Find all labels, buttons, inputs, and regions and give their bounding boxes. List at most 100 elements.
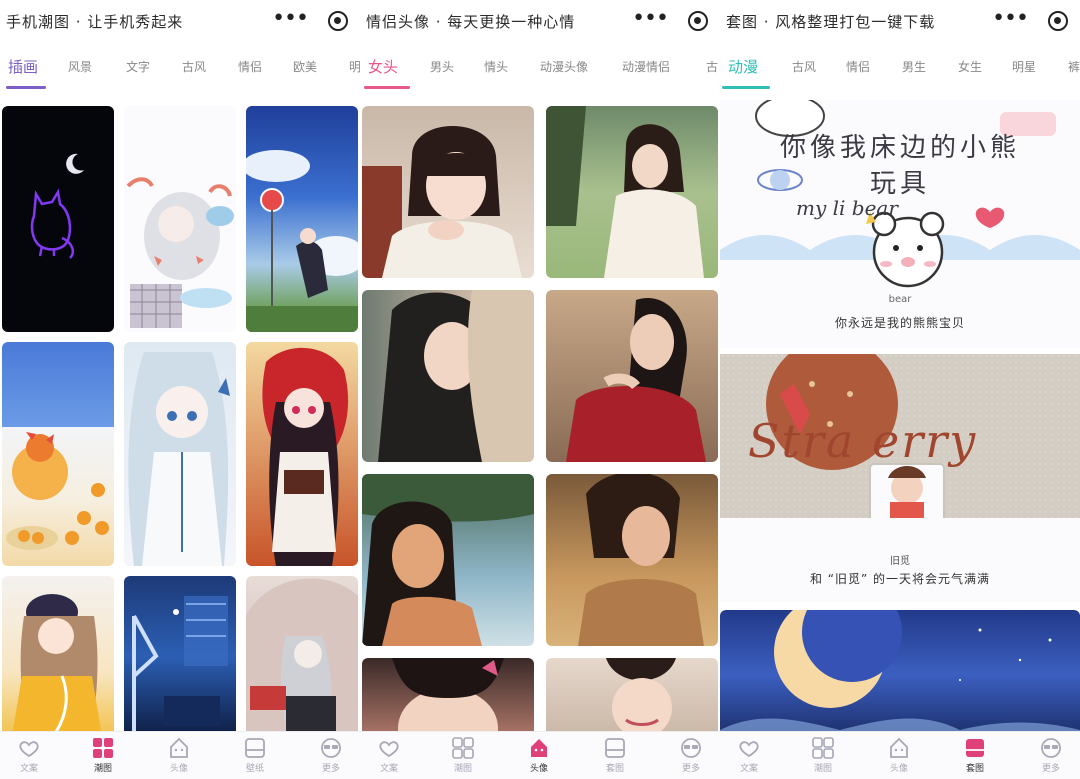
tab-ancient[interactable]: 古 [706,58,718,75]
tab-anime[interactable]: 动漫 [728,56,758,77]
avatar-thumbnail[interactable] [362,658,534,731]
tab-couple-avatar[interactable]: 情头 [484,58,508,75]
nav-sets[interactable]: 套图 [590,737,640,774]
glasses-face-icon [1041,738,1061,758]
post-script-text: my li bear [796,196,898,220]
tab-ancient-style[interactable]: 古风 [182,58,206,75]
post-label: bear [888,294,912,305]
page-title: 情侣头像 · 每天更换一种心情 [366,13,576,31]
nav-copywriting[interactable]: 文案 [724,737,774,774]
wallpaper-thumbnail[interactable] [2,106,114,332]
category-tabs: 插画 风景 文字 古风 情侣 欧美 明 [0,50,360,90]
wallpaper-thumbnail[interactable] [246,106,358,332]
wallpaper-thumbnail[interactable] [246,576,358,731]
glasses-face-icon [321,738,341,758]
nav-more[interactable]: 更多 [306,737,356,774]
tab-couple[interactable]: 情侣 [846,58,870,75]
tab-scenery[interactable]: 风景 [68,58,92,75]
image-set-feed: 你像我床边的小熊玩具 my li bear bear 你永远是我的熊熊宝贝 St… [720,100,1080,731]
heart-chat-icon [379,741,399,758]
wallpaper-thumbnail[interactable] [124,576,236,731]
tab-boys[interactable]: 男生 [902,58,926,75]
image-set-card[interactable]: 你像我床边的小熊玩具 my li bear bear 你永远是我的熊熊宝贝 [720,100,1080,348]
grid-icon [452,737,474,759]
nav-copywriting[interactable]: 文案 [364,737,414,774]
nav-wallpapers[interactable]: 壁纸 [230,737,280,774]
post-caption: 和 “旧觅” 的一天将会元气满满 [809,572,991,586]
wallpaper-thumbnail[interactable] [2,342,114,566]
active-tab-indicator [364,86,410,89]
face-icon [170,737,188,758]
heart-chat-icon [739,741,759,758]
tab-girls[interactable]: 女生 [958,58,982,75]
avatar-thumbnail[interactable] [362,474,534,646]
bottom-navigation: 文案 潮图 头像 套图 更多 [720,731,1080,779]
tab-couple[interactable]: 情侣 [238,58,262,75]
grid-icon [93,738,113,758]
avatar-thumbnail[interactable] [546,474,718,646]
post-heading: 你像我床边的小熊玩具 [780,133,1021,199]
grid-icon [812,737,834,759]
nav-trend-images[interactable]: 潮图 [78,737,128,774]
active-tab-indicator [6,86,46,89]
title-bar: 套图 · 风格整理打包一键下载 ••• [720,0,1080,42]
page-title: 手机潮图 · 让手机秀起来 [6,13,184,31]
bottom-navigation: 文案 潮图 头像 套图 更多 [360,731,720,779]
frame-icon [605,738,625,758]
wallpaper-panel: 手机潮图 · 让手机秀起来 ••• 插画 风景 文字 古风 情侣 欧美 明 文案… [0,0,360,779]
tab-star[interactable]: 明 [349,58,360,75]
more-options-icon[interactable]: ••• [272,6,309,32]
nav-trend-images[interactable]: 潮图 [438,737,488,774]
page-title: 套图 · 风格整理打包一键下载 [726,13,936,31]
nav-avatars[interactable]: 头像 [874,737,924,774]
category-tabs: 动漫 古风 情侣 男生 女生 明星 裤 [720,50,1080,90]
glasses-face-icon [681,738,701,758]
frame-icon [245,738,265,758]
image-set-card[interactable]: Stra erry 旧觅 和 “旧觅” 的一天将会元气满满 [720,354,1080,602]
tab-female-avatar[interactable]: 女头 [368,56,398,77]
nav-sets[interactable]: 套图 [950,737,1000,774]
avatar-thumbnail[interactable] [362,106,534,278]
avatar-panel: 情侣头像 · 每天更换一种心情 ••• 女头 男头 情头 动漫头像 动漫情侣 古 [360,0,720,779]
tab-text[interactable]: 文字 [126,58,150,75]
nav-more[interactable]: 更多 [1026,737,1076,774]
close-miniprogram-icon[interactable] [328,11,348,31]
banner-text: Stra erry [748,414,978,468]
close-miniprogram-icon[interactable] [688,11,708,31]
more-options-icon[interactable]: ••• [992,6,1029,32]
wallpaper-thumbnail[interactable] [124,106,236,332]
tab-male-avatar[interactable]: 男头 [430,58,454,75]
tab-celebrity[interactable]: 明星 [1012,58,1036,75]
tab-western[interactable]: 欧美 [293,58,317,75]
avatar-grid [360,104,720,731]
image-sets-panel: 套图 · 风格整理打包一键下载 ••• 动漫 古风 情侣 男生 女生 明星 裤 [720,0,1080,779]
nav-trend-images[interactable]: 潮图 [798,737,848,774]
nav-avatars[interactable]: 头像 [514,737,564,774]
wallpaper-grid [0,104,360,731]
active-tab-indicator [722,86,770,89]
avatar-thumbnail[interactable] [362,290,534,462]
frame-icon [966,739,984,757]
tab-more-cat[interactable]: 裤 [1068,58,1080,75]
heart-chat-icon [19,741,39,758]
tab-ancient-style[interactable]: 古风 [792,58,816,75]
nav-more[interactable]: 更多 [666,737,716,774]
nav-avatars[interactable]: 头像 [154,737,204,774]
avatar-thumbnail[interactable] [546,106,718,278]
nav-copywriting[interactable]: 文案 [4,737,54,774]
title-bar: 情侣头像 · 每天更换一种心情 ••• [360,0,720,42]
wallpaper-thumbnail[interactable] [246,342,358,566]
close-miniprogram-icon[interactable] [1048,11,1068,31]
more-options-icon[interactable]: ••• [632,6,669,32]
image-set-card[interactable] [720,610,1080,731]
wallpaper-thumbnail[interactable] [2,576,114,731]
tab-illustration[interactable]: 插画 [8,56,38,77]
title-bar: 手机潮图 · 让手机秀起来 ••• [0,0,360,42]
category-tabs: 女头 男头 情头 动漫头像 动漫情侣 古 [360,50,720,90]
avatar-thumbnail[interactable] [546,658,718,731]
tab-anime-avatar[interactable]: 动漫头像 [540,58,588,75]
avatar-thumbnail[interactable] [546,290,718,462]
bottom-navigation: 文案 潮图 头像 壁纸 更多 [0,731,360,779]
wallpaper-thumbnail[interactable] [124,342,236,566]
tab-anime-couple[interactable]: 动漫情侣 [622,58,670,75]
